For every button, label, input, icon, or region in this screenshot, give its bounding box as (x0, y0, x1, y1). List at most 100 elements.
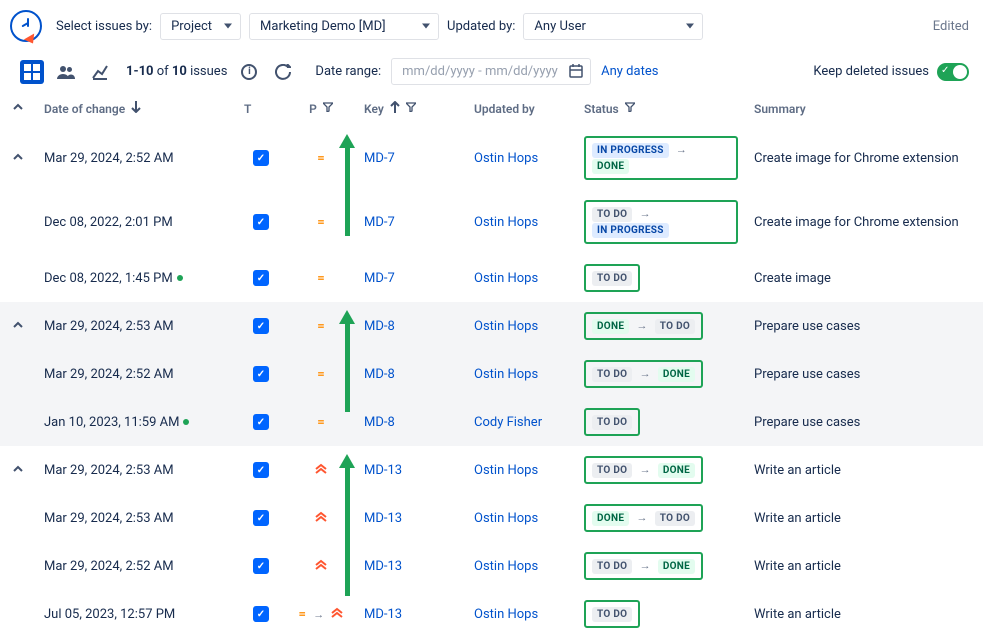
date-cell: Mar 29, 2024, 2:52 AM (36, 126, 236, 190)
date-cell: Dec 08, 2022, 1:45 PM (36, 254, 236, 302)
col-status-header[interactable]: Status (576, 91, 746, 126)
issue-key-link[interactable]: MD-13 (364, 463, 402, 478)
status-cell: TO DO (584, 408, 640, 436)
arrow-right-icon: → (676, 143, 687, 156)
view-table-button[interactable] (20, 60, 44, 84)
arrow-right-icon: → (640, 367, 651, 380)
status-lozenge: TO DO (655, 511, 695, 526)
priority-high-icon (315, 559, 327, 574)
date-cell: Jan 10, 2023, 11:59 AM (36, 398, 236, 446)
filter-icon (406, 102, 416, 115)
status-lozenge: TO DO (592, 207, 632, 222)
group-collapse-button[interactable] (13, 463, 23, 478)
table-row: Mar 29, 2024, 2:53 AM ✓ MD-13 Ostin Hops DON… (0, 494, 983, 542)
filter-field-dropdown[interactable]: Project (160, 13, 241, 40)
issue-type-task-icon: ✓ (253, 462, 269, 478)
user-link[interactable]: Ostin Hops (474, 215, 538, 230)
user-link[interactable]: Ostin Hops (474, 607, 538, 622)
issue-key-link[interactable]: MD-7 (364, 271, 395, 286)
date-cell: Mar 29, 2024, 2:53 AM (36, 494, 236, 542)
issue-key-link[interactable]: MD-8 (364, 415, 395, 430)
status-lozenge: IN PROGRESS (592, 143, 669, 158)
priority-medium-icon: = (317, 271, 324, 286)
status-cell: TO DO (584, 264, 640, 292)
issue-type-task-icon: ✓ (253, 510, 269, 526)
user-link[interactable]: Ostin Hops (474, 511, 538, 526)
status-lozenge: TO DO (592, 559, 632, 574)
user-link[interactable]: Ostin Hops (474, 319, 538, 334)
table-row: Mar 29, 2024, 2:52 AM✓=MD-8Ostin HopsTO … (0, 350, 983, 398)
group-collapse-button[interactable] (13, 319, 23, 334)
people-icon (57, 64, 75, 80)
table-row: Mar 29, 2024, 2:53 AM✓=MD-8Ostin HopsDON… (0, 302, 983, 350)
issue-key-link[interactable]: MD-7 (364, 215, 395, 230)
group-arrow-icon (340, 454, 354, 596)
issue-key-link[interactable]: MD-13 (364, 511, 402, 526)
date-cell: Dec 08, 2022, 2:01 PM (36, 190, 236, 254)
keep-deleted-label: Keep deleted issues (813, 64, 929, 79)
result-count: 1-10 of 10 issues (126, 64, 227, 79)
arrow-right-icon: → (637, 511, 648, 524)
group-collapse-button[interactable] (13, 151, 23, 166)
priority-high-icon (315, 511, 327, 526)
status-lozenge: TO DO (592, 415, 632, 430)
created-dot-icon (177, 275, 183, 281)
user-link[interactable]: Ostin Hops (474, 151, 538, 166)
grid-icon (24, 64, 40, 80)
table-row: Dec 08, 2022, 1:45 PM✓=MD-7Ostin HopsTO … (0, 254, 983, 302)
updated-by-dropdown[interactable]: Any User (523, 13, 703, 40)
arrow-right-icon: → (640, 207, 651, 220)
status-cell: TO DO → DONE (584, 552, 703, 580)
chart-icon (92, 64, 108, 80)
date-cell: Mar 29, 2024, 2:53 AM (36, 302, 236, 350)
user-link[interactable]: Cody Fisher (474, 415, 542, 430)
status-cell: DONE → TO DO (584, 504, 703, 532)
issue-type-task-icon: ✓ (253, 606, 269, 622)
user-link[interactable]: Ostin Hops (474, 559, 538, 574)
summary-cell: Write an article (746, 446, 983, 494)
priority-high-icon (331, 607, 343, 622)
view-chart-button[interactable] (88, 60, 112, 84)
status-lozenge: DONE (658, 559, 695, 574)
col-type-header[interactable]: T (236, 91, 286, 126)
issue-key-link[interactable]: MD-8 (364, 367, 395, 382)
col-summary-header[interactable]: Summary (746, 91, 983, 126)
refresh-button[interactable] (271, 60, 295, 84)
calendar-icon (568, 63, 584, 79)
status-lozenge: TO DO (592, 607, 632, 622)
group-arrow-icon (340, 134, 354, 236)
date-range-placeholder: mm/dd/yyyy - mm/dd/yyyy (402, 64, 558, 79)
summary-cell: Prepare use cases (746, 302, 983, 350)
arrow-right-icon: → (313, 608, 324, 621)
status-cell: TO DO → DONE (584, 360, 703, 388)
col-priority-header[interactable]: P (286, 91, 356, 126)
issue-type-task-icon: ✓ (253, 318, 269, 334)
summary-cell: Write an article (746, 542, 983, 590)
status-lozenge: IN PROGRESS (592, 223, 669, 238)
issue-key-link[interactable]: MD-8 (364, 319, 395, 334)
issue-key-link[interactable]: MD-7 (364, 151, 395, 166)
issue-key-link[interactable]: MD-13 (364, 559, 402, 574)
sort-asc-icon (390, 101, 400, 116)
status-cell: TO DO → DONE (584, 456, 703, 484)
status-lozenge: DONE (592, 319, 629, 334)
col-updatedby-header[interactable]: Updated by (466, 91, 576, 126)
status-cell: TO DO (584, 600, 640, 628)
info-button[interactable]: i (237, 60, 261, 84)
project-dropdown[interactable]: Marketing Demo [MD] (249, 13, 439, 40)
col-date-header[interactable]: Date of change (36, 91, 236, 126)
keep-deleted-toggle[interactable]: ✓ (937, 63, 969, 81)
date-range-input[interactable]: mm/dd/yyyy - mm/dd/yyyy (391, 58, 591, 85)
col-toggle-header[interactable] (0, 91, 36, 126)
view-people-button[interactable] (54, 60, 78, 84)
user-link[interactable]: Ostin Hops (474, 367, 538, 382)
user-link[interactable]: Ostin Hops (474, 271, 538, 286)
issue-key-link[interactable]: MD-13 (364, 607, 402, 622)
priority-medium-icon: = (299, 607, 306, 622)
table-row: Jul 05, 2023, 12:57 PM✓= → MD-13Ostin Ho… (0, 590, 983, 638)
col-key-header[interactable]: Key (356, 91, 466, 126)
user-link[interactable]: Ostin Hops (474, 463, 538, 478)
any-dates-link[interactable]: Any dates (601, 64, 658, 79)
app-logo (10, 10, 42, 42)
issues-table: Date of change T P Key (0, 91, 983, 638)
